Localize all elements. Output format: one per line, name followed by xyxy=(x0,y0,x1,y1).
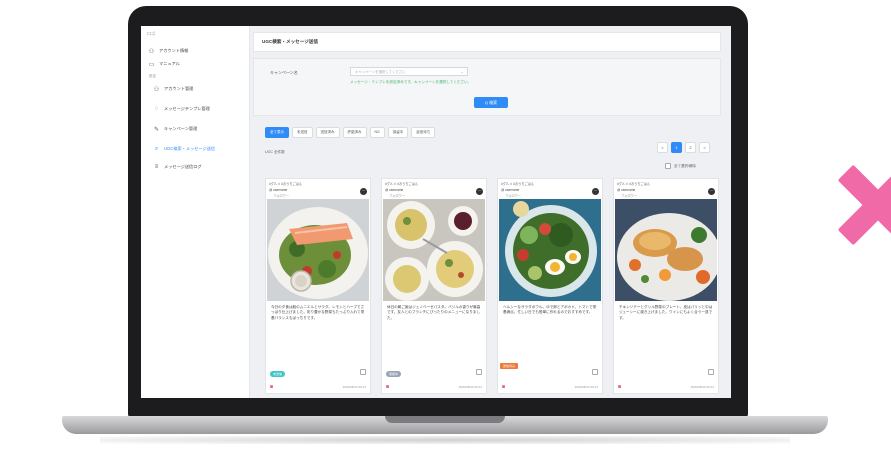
card-followers: フォロワー xyxy=(389,194,405,198)
card-hashtags: #グルメ #おうちごはん xyxy=(269,182,303,186)
sidebar-item-account-management[interactable]: ⚇ アカウント管理 xyxy=(153,84,253,94)
card-date: 2020/08/12 09:12 xyxy=(574,385,598,389)
card-date: 2020/08/12 09:12 xyxy=(690,385,714,389)
select-all-toggle[interactable]: 全て選択/解除 xyxy=(665,163,696,169)
card-followers: フォロワー xyxy=(621,194,637,198)
laptop-notch xyxy=(385,416,505,423)
search-icon: ⌕ xyxy=(154,145,159,152)
filter-note: メッセージ・テンプレを設定済みです。キャンペーンを選択してください。 xyxy=(350,80,472,84)
card-username: @ username xyxy=(617,188,636,192)
sidebar-item-label: キャンペーン管理 xyxy=(164,126,198,131)
tab-unsent[interactable]: 未送信 xyxy=(292,127,313,138)
ugc-card[interactable]: #グルメ #おうちごはん @ username フォロワー ⋯ xyxy=(381,178,487,394)
card-followers: フォロワー xyxy=(505,194,521,198)
food-photo-chicken-plate xyxy=(615,199,717,301)
page-title: UGC検索・メッセージ送信 xyxy=(253,32,721,52)
ugc-card[interactable]: #グルメ #おうちごはん @ username フォロワー ⋯ チキンソテーとグ xyxy=(613,178,719,394)
ugc-card[interactable]: #グルメ #おうちごはん @ username フォロワー ⋯ xyxy=(497,178,603,394)
food-photo-pasta xyxy=(383,199,485,301)
status-flag: 送信済み xyxy=(500,363,519,369)
chat-icon: ◌ xyxy=(154,106,159,112)
sidebar-item-account-info[interactable]: ⚇ アカウント情報 xyxy=(148,46,248,56)
campaign-select[interactable]: キャンペーンを選択してください ⌄ xyxy=(350,67,468,76)
pager-prev-button[interactable]: < xyxy=(657,142,668,153)
sidebar-item-campaigns[interactable]: ✎ キャンペーン管理 xyxy=(153,124,253,134)
ugc-card[interactable]: #グルメ #おうちごはん @ username フォロワー ⋯ xyxy=(265,178,371,394)
tab-all[interactable]: 全て表示 xyxy=(265,127,289,138)
sidebar: ロゴ ⚇ アカウント情報 ▭ マニュアル 設定 ⚇ アカウント管理 ◌ メッセー… xyxy=(141,26,250,398)
card-caption: 今日の夕食は鮭のムニエルとサラダ。レモンとハーブでさっぱり仕上げました。彩り豊か… xyxy=(271,305,365,320)
tab-pending[interactable]: 保留中 xyxy=(387,127,409,138)
sidebar-item-label: メッセージ送信ログ xyxy=(164,164,202,169)
tab-awaiting-reply[interactable]: 返信待ち xyxy=(411,127,436,138)
sidebar-item-message-log[interactable]: ≡ メッセージ送信ログ xyxy=(153,162,253,172)
sidebar-item-label: アカウント情報 xyxy=(159,48,189,53)
chevron-down-icon: ⌄ xyxy=(460,69,464,74)
user-icon: ⚇ xyxy=(148,48,155,55)
card-followers: フォロワー xyxy=(273,194,289,198)
tab-sent[interactable]: 送信済み xyxy=(315,127,340,138)
sidebar-item-manual[interactable]: ▭ マニュアル xyxy=(148,59,248,69)
food-photo-salmon-salad xyxy=(267,199,369,301)
sidebar-item-message-templates[interactable]: ◌ メッセージテンプレ管理 xyxy=(153,104,253,114)
campaign-label: キャンペーン名 xyxy=(270,70,298,75)
card-select-checkbox[interactable] xyxy=(592,369,598,375)
card-select-checkbox[interactable] xyxy=(360,369,366,375)
instagram-icon: ◙ xyxy=(386,384,390,390)
card-date: 2020/08/12 09:12 xyxy=(342,385,366,389)
sidebar-section-label: 設定 xyxy=(149,74,157,78)
book-icon: ▭ xyxy=(148,61,155,68)
instagram-icon: ◙ xyxy=(270,384,274,390)
instagram-icon: ◙ xyxy=(502,384,506,390)
laptop-shadow xyxy=(100,436,790,444)
card-select-checkbox[interactable] xyxy=(476,369,482,375)
card-username: @ username xyxy=(385,188,404,192)
edit-icon: ✎ xyxy=(153,126,160,133)
card-caption: チキンソテーとグリル野菜のプレート。皮はパリッと中はジューシーに焼き上げました。… xyxy=(619,305,713,320)
card-caption: ヘルシーなサラダボウル。ゆで卵とアボカド、トマトで栄養満点。忙しい日でも簡単に作… xyxy=(503,305,597,315)
card-select-checkbox[interactable] xyxy=(708,369,714,375)
search-button[interactable]: Q 検索 xyxy=(474,97,508,108)
user-icon: ⚇ xyxy=(153,86,160,93)
status-badge: 未送信 xyxy=(270,371,286,377)
card-hashtags: #グルメ #おうちごはん xyxy=(385,182,419,186)
sidebar-item-label: メッセージテンプレ管理 xyxy=(164,106,210,111)
result-count: UGC 全件数 xyxy=(265,150,285,154)
pink-x-mark-icon xyxy=(826,158,891,254)
card-hashtags: #グルメ #おうちごはん xyxy=(501,182,535,186)
card-hashtags: #グルメ #おうちごはん xyxy=(617,182,651,186)
sidebar-item-ugc-search[interactable]: ⌕ UGC検索・メッセージ送信 xyxy=(153,144,253,154)
more-icon[interactable]: ⋯ xyxy=(476,188,483,195)
pager-page-2[interactable]: 2 xyxy=(685,142,696,153)
brand-logo: ロゴ xyxy=(147,31,155,36)
more-icon[interactable]: ⋯ xyxy=(708,188,715,195)
tab-approved[interactable]: 許諾済み xyxy=(342,127,367,138)
food-photo-salad-bowl xyxy=(499,199,601,301)
pager-next-button[interactable]: > xyxy=(699,142,710,153)
pagination: < 1 2 > xyxy=(657,142,710,153)
app-screen: ロゴ ⚇ アカウント情報 ▭ マニュアル 設定 ⚇ アカウント管理 ◌ メッセー… xyxy=(141,26,731,398)
filter-panel: キャンペーン名 キャンペーンを選択してください ⌄ メッセージ・テンプレを設定済… xyxy=(253,58,721,116)
tab-ng[interactable]: NG xyxy=(369,127,385,138)
sidebar-item-label: UGC検索・メッセージ送信 xyxy=(164,146,216,151)
pager-page-1[interactable]: 1 xyxy=(671,142,682,153)
main-content: UGC検索・メッセージ送信 キャンペーン名 キャンペーンを選択してください ⌄ … xyxy=(253,32,721,398)
list-icon: ≡ xyxy=(154,164,159,170)
card-username: @ username xyxy=(269,188,288,192)
sidebar-item-label: マニュアル xyxy=(159,61,180,66)
select-all-label: 全て選択/解除 xyxy=(674,163,696,168)
status-badge: 保留中 xyxy=(386,371,402,377)
status-tabs: 全て表示 未送信 送信済み 許諾済み NG 保留中 返信待ち xyxy=(265,127,436,138)
more-icon[interactable]: ⋯ xyxy=(360,188,367,195)
card-username: @ username xyxy=(501,188,520,192)
ugc-card-grid: #グルメ #おうちごはん @ username フォロワー ⋯ 今日の夕食は鮭の… xyxy=(265,178,721,398)
campaign-select-placeholder: キャンペーンを選択してください xyxy=(355,70,406,74)
instagram-icon: ◙ xyxy=(618,384,622,390)
card-date: 2020/08/12 09:12 xyxy=(458,385,482,389)
more-icon[interactable]: ⋯ xyxy=(592,188,599,195)
card-caption: 休日の朝ご飯はジェノベーゼパスタ。バジルの香りが最高です。友人とのブランチにぴっ… xyxy=(387,305,481,320)
sidebar-item-label: アカウント管理 xyxy=(164,86,194,91)
select-all-checkbox[interactable] xyxy=(665,163,671,169)
